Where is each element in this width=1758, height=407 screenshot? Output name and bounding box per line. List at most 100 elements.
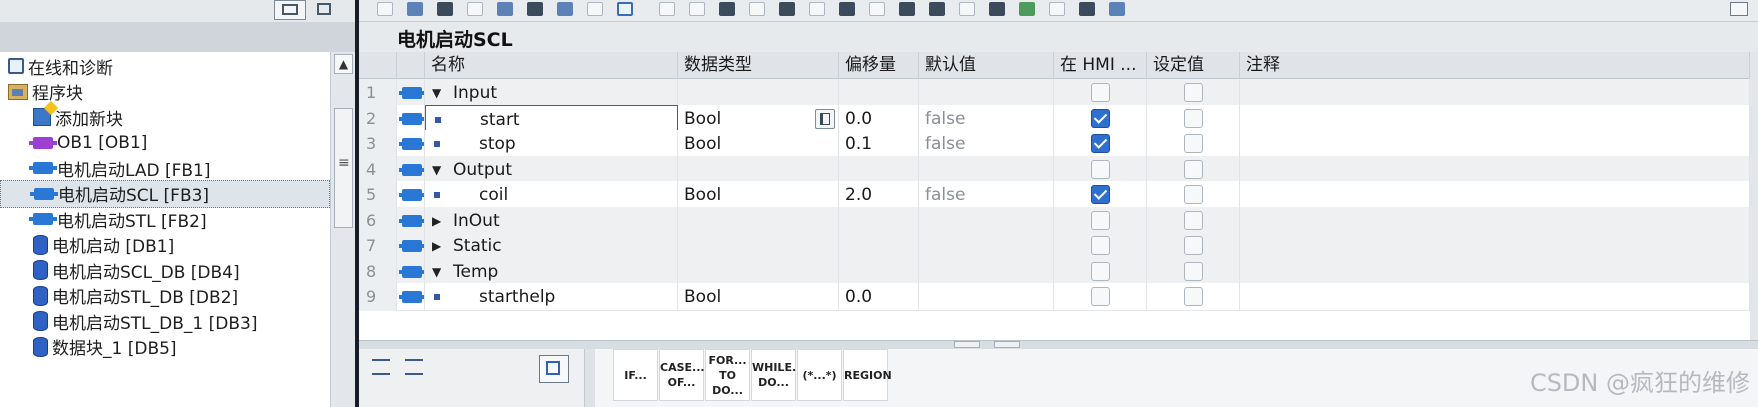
splitter-down-arrow-icon[interactable]: [994, 341, 1020, 348]
tree-item[interactable]: OB1 [OB1]: [0, 129, 330, 157]
tree-item[interactable]: 在线和诊断: [0, 52, 330, 80]
tree-item[interactable]: 电机启动SCL [FB3]: [0, 179, 330, 208]
overview-view-button[interactable]: [274, 0, 306, 20]
comment-cell[interactable]: [1240, 79, 1750, 107]
step-icon[interactable]: [1049, 2, 1065, 16]
region-instruction[interactable]: REGION: [843, 349, 892, 401]
datatype-cell[interactable]: [678, 206, 839, 235]
add-row-icon[interactable]: [407, 2, 423, 16]
setpoint-checkbox[interactable]: [1184, 236, 1203, 255]
block-options-icon[interactable]: [437, 2, 453, 16]
header-setpoint[interactable]: 设定值: [1147, 52, 1240, 79]
hmi-checkbox[interactable]: [1091, 134, 1110, 153]
expand-arrow-icon[interactable]: ▶: [432, 207, 441, 235]
datatype-cell[interactable]: [678, 79, 839, 107]
collapse-arrow-icon[interactable]: ▼: [432, 156, 441, 184]
comment-cell[interactable]: [1240, 257, 1750, 286]
name-cell[interactable]: start: [425, 104, 678, 133]
tree-item[interactable]: 电机启动SCL_DB [DB4]: [0, 256, 330, 284]
hmi-checkbox[interactable]: [1091, 159, 1110, 179]
setpoint-checkbox[interactable]: [1184, 261, 1203, 281]
setpoint-checkbox[interactable]: [1184, 210, 1203, 230]
pin-icon[interactable]: [1730, 2, 1748, 16]
default-value-cell[interactable]: [919, 79, 1054, 107]
default-value-cell[interactable]: false: [919, 130, 1054, 158]
network-icon[interactable]: [527, 2, 543, 16]
while-instruction[interactable]: WHILE.. DO...: [751, 349, 800, 401]
comment-cell[interactable]: [1240, 130, 1750, 158]
setpoint-checkbox[interactable]: [1184, 134, 1203, 153]
comment-cell[interactable]: [1240, 283, 1750, 311]
name-cell[interactable]: stop: [425, 130, 678, 158]
delete-icon[interactable]: [587, 2, 603, 16]
breakpoint-icon[interactable]: [1079, 2, 1095, 16]
expand-arrow-icon[interactable]: ▶: [432, 232, 441, 260]
header-default[interactable]: 默认值: [919, 52, 1054, 79]
collapse-arrow-icon[interactable]: ▼: [432, 258, 441, 286]
copy-icon[interactable]: [719, 2, 735, 16]
monitor-icon[interactable]: [617, 2, 633, 16]
bookmark-icon[interactable]: [899, 2, 915, 16]
comment-instruction[interactable]: (*...*): [797, 349, 842, 401]
paste-icon[interactable]: [749, 2, 765, 16]
tree-item[interactable]: 添加新块: [0, 103, 330, 131]
header-name[interactable]: 名称: [425, 52, 678, 79]
setpoint-checkbox[interactable]: [1184, 108, 1203, 128]
table-scrollbar[interactable]: [1750, 52, 1758, 340]
indent-icon[interactable]: [370, 355, 394, 377]
comment-cell[interactable]: [1240, 232, 1750, 260]
project-tree-scrollbar[interactable]: ▲: [330, 52, 355, 407]
comment-icon[interactable]: [959, 2, 975, 16]
name-cell[interactable]: ▼ Output: [425, 155, 678, 184]
splitter-up-arrow-icon[interactable]: [954, 341, 980, 348]
name-cell[interactable]: ▼ Temp: [425, 257, 678, 286]
header-comment[interactable]: 注释: [1240, 52, 1750, 79]
default-value-cell[interactable]: [919, 206, 1054, 235]
datatype-cell[interactable]: Bool: [678, 283, 839, 311]
comment-cell[interactable]: [1240, 104, 1750, 133]
header-hmi[interactable]: 在 HMI ...: [1054, 52, 1147, 79]
scroll-up-arrow-icon[interactable]: ▲: [334, 54, 353, 74]
tree-item[interactable]: 电机启动LAD [FB1]: [0, 154, 330, 182]
name-cell[interactable]: starthelp: [425, 283, 678, 311]
hmi-checkbox[interactable]: [1091, 108, 1110, 128]
table-row[interactable]: 6 ▶ InOut: [359, 206, 1750, 235]
hmi-checkbox[interactable]: [1091, 287, 1110, 306]
collapse-arrow-icon[interactable]: ▼: [432, 79, 441, 107]
tree-item[interactable]: 电机启动STL_DB_1 [DB3]: [0, 307, 330, 335]
tree-item[interactable]: 数据块_1 [DB5]: [0, 333, 330, 361]
hmi-checkbox[interactable]: [1091, 261, 1110, 281]
header-datatype[interactable]: 数据类型: [678, 52, 839, 79]
compare-icon[interactable]: [467, 2, 483, 16]
datatype-cell[interactable]: [678, 257, 839, 286]
setpoint-checkbox[interactable]: [1184, 287, 1203, 306]
name-cell[interactable]: ▶ Static: [425, 232, 678, 260]
insert-net-icon[interactable]: [557, 2, 573, 16]
table-row[interactable]: 8 ▼ Temp: [359, 257, 1750, 286]
hmi-checkbox[interactable]: [1091, 236, 1110, 255]
name-cell[interactable]: coil: [425, 181, 678, 209]
if-instruction[interactable]: IF...: [613, 349, 658, 401]
goto-icon[interactable]: [929, 2, 945, 16]
outdent-tb-icon[interactable]: [869, 2, 885, 16]
setpoint-checkbox[interactable]: [1184, 83, 1203, 102]
split-view-button[interactable]: [539, 355, 569, 383]
datatype-cell[interactable]: Bool: [678, 104, 839, 133]
undo-icon[interactable]: [659, 2, 675, 16]
datatype-cell[interactable]: Bool: [678, 181, 839, 209]
editor-splitter[interactable]: [359, 340, 1758, 349]
insert-row-icon[interactable]: [377, 2, 393, 16]
table-row[interactable]: 4 ▼ Output: [359, 155, 1750, 184]
default-value-cell[interactable]: [919, 283, 1054, 311]
run-icon[interactable]: [1019, 2, 1035, 16]
name-cell[interactable]: ▶ InOut: [425, 206, 678, 235]
scroll-thumb[interactable]: [334, 108, 353, 228]
setpoint-checkbox[interactable]: [1184, 159, 1203, 179]
collapse-icon[interactable]: [809, 2, 825, 16]
indent-tb-icon[interactable]: [839, 2, 855, 16]
hmi-checkbox[interactable]: [1091, 83, 1110, 102]
table-row[interactable]: 9 starthelp Bool 0.0: [359, 283, 1750, 311]
default-value-cell[interactable]: false: [919, 181, 1054, 209]
outdent-icon[interactable]: [403, 355, 427, 377]
table-row[interactable]: 2 start Bool 0.0 false: [359, 104, 1750, 133]
